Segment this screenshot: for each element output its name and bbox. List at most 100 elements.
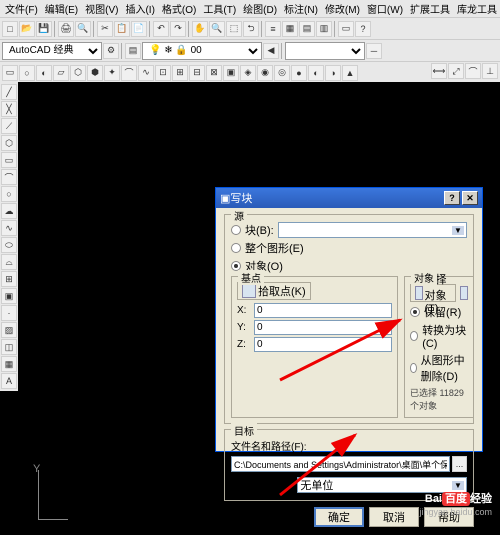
- radio-convert[interactable]: [410, 331, 418, 341]
- tool-icon[interactable]: ▣: [223, 65, 239, 81]
- layer-prev-icon[interactable]: ◀: [263, 43, 279, 59]
- dialog-close-button[interactable]: ✕: [462, 191, 478, 205]
- dialog-help-button[interactable]: ?: [444, 191, 460, 205]
- paste-icon[interactable]: 📄: [131, 21, 147, 37]
- print-icon[interactable]: 🖨: [58, 21, 74, 37]
- dialog-titlebar[interactable]: ▣ 写块 ? ✕: [216, 188, 482, 208]
- dim-arc-icon[interactable]: ⌒: [465, 63, 481, 79]
- layer-select[interactable]: 💡 ❄ 🔒 00: [142, 42, 262, 60]
- zoom-win-icon[interactable]: ⬚: [226, 21, 242, 37]
- menu-klong[interactable]: 库龙工具: [454, 0, 500, 17]
- menu-dim[interactable]: 标注(N): [281, 0, 321, 17]
- dc-icon[interactable]: ▦: [282, 21, 298, 37]
- insert-icon[interactable]: ⊞: [1, 271, 17, 287]
- radio-block[interactable]: [231, 225, 241, 235]
- x-input[interactable]: [254, 303, 392, 318]
- pline-icon[interactable]: ⟋: [1, 118, 17, 134]
- tool-icon[interactable]: ◐: [308, 65, 324, 81]
- zoom-prev-icon[interactable]: ⮌: [243, 21, 259, 37]
- revcloud-icon[interactable]: ☁: [1, 203, 17, 219]
- block-combo[interactable]: ▼: [278, 222, 467, 238]
- layer-mgr-icon[interactable]: ▤: [125, 43, 141, 59]
- props-icon[interactable]: ≡: [265, 21, 281, 37]
- dim-ord-icon[interactable]: ⊥: [482, 63, 498, 79]
- menu-insert[interactable]: 插入(I): [122, 0, 157, 17]
- menu-window[interactable]: 窗口(W): [364, 0, 406, 17]
- cut-icon[interactable]: ✂: [97, 21, 113, 37]
- tool-icon[interactable]: ✦: [104, 65, 120, 81]
- menu-format[interactable]: 格式(O): [159, 0, 199, 17]
- tool-icon[interactable]: ⊟: [189, 65, 205, 81]
- tool-icon[interactable]: ◉: [257, 65, 273, 81]
- menu-file[interactable]: 文件(F): [2, 0, 41, 17]
- tool-icon[interactable]: ⊞: [172, 65, 188, 81]
- workspace-select[interactable]: AutoCAD 经典: [2, 42, 102, 60]
- polygon-icon[interactable]: ⬡: [1, 135, 17, 151]
- menu-modify[interactable]: 修改(M): [322, 0, 363, 17]
- menu-view[interactable]: 视图(V): [82, 0, 121, 17]
- tool-icon[interactable]: ⊠: [206, 65, 222, 81]
- linetype-icon[interactable]: ─: [366, 43, 382, 59]
- tool-icon[interactable]: ○: [19, 65, 35, 81]
- arc-icon[interactable]: ⌒: [1, 169, 17, 185]
- y-input[interactable]: [254, 320, 392, 335]
- tool-icon[interactable]: ▲: [342, 65, 358, 81]
- preview-icon[interactable]: 🔍: [75, 21, 91, 37]
- tp-icon[interactable]: ▤: [299, 21, 315, 37]
- circle-icon[interactable]: ○: [1, 186, 17, 202]
- point-icon[interactable]: ·: [1, 305, 17, 321]
- xline-icon[interactable]: ╳: [1, 101, 17, 117]
- hatch-icon[interactable]: ▨: [1, 322, 17, 338]
- tool-icon[interactable]: ⌒: [121, 65, 137, 81]
- browse-button[interactable]: ...: [452, 456, 467, 472]
- zoom-icon[interactable]: 🔍: [209, 21, 225, 37]
- rect-icon[interactable]: ▭: [1, 152, 17, 168]
- radio-keep[interactable]: [410, 307, 420, 317]
- tool-icon[interactable]: ∿: [138, 65, 154, 81]
- ellipse-icon[interactable]: ⬭: [1, 237, 17, 253]
- color-select[interactable]: [285, 42, 365, 60]
- dim-aligned-icon[interactable]: ⤢: [448, 63, 464, 79]
- path-input[interactable]: [231, 456, 450, 472]
- spline-icon[interactable]: ∿: [1, 220, 17, 236]
- undo-icon[interactable]: ↶: [153, 21, 169, 37]
- new-icon[interactable]: □: [2, 21, 18, 37]
- line-icon[interactable]: ╱: [1, 84, 17, 100]
- help-icon[interactable]: ?: [355, 21, 371, 37]
- menu-ext[interactable]: 扩展工具: [407, 0, 453, 17]
- ellarc-icon[interactable]: ⌓: [1, 254, 17, 270]
- radio-delete[interactable]: [410, 363, 417, 373]
- tool-icon[interactable]: ⬢: [87, 65, 103, 81]
- tool-icon[interactable]: ▭: [2, 65, 18, 81]
- menu-draw[interactable]: 绘图(D): [240, 0, 280, 17]
- pan-icon[interactable]: ✋: [192, 21, 208, 37]
- ssm-icon[interactable]: ▥: [316, 21, 332, 37]
- save-icon[interactable]: 💾: [36, 21, 52, 37]
- tool-icon[interactable]: ◎: [274, 65, 290, 81]
- tool-icon[interactable]: ◐: [36, 65, 52, 81]
- z-input[interactable]: [254, 337, 392, 352]
- ws-settings-icon[interactable]: ⚙: [103, 43, 119, 59]
- tool-icon[interactable]: ◑: [325, 65, 341, 81]
- tool-icon[interactable]: ⬡: [70, 65, 86, 81]
- cancel-button[interactable]: 取消: [369, 507, 419, 527]
- open-icon[interactable]: 📂: [19, 21, 35, 37]
- copy-icon[interactable]: 📋: [114, 21, 130, 37]
- radio-whole[interactable]: [231, 243, 241, 253]
- ok-button[interactable]: 确定: [314, 507, 364, 527]
- block-icon[interactable]: ▣: [1, 288, 17, 304]
- tool-icon[interactable]: ⊡: [155, 65, 171, 81]
- table-icon[interactable]: ▦: [1, 356, 17, 372]
- qselect-icon[interactable]: [460, 286, 468, 300]
- calc-icon[interactable]: ▭: [338, 21, 354, 37]
- tool-icon[interactable]: ●: [291, 65, 307, 81]
- menu-tools[interactable]: 工具(T): [200, 0, 239, 17]
- tool-icon[interactable]: ◈: [240, 65, 256, 81]
- redo-icon[interactable]: ↷: [170, 21, 186, 37]
- select-objects-button[interactable]: 选择对象(T): [410, 284, 456, 302]
- tool-icon[interactable]: ▱: [53, 65, 69, 81]
- dim-linear-icon[interactable]: ⟷: [431, 63, 447, 79]
- menu-edit[interactable]: 编辑(E): [42, 0, 81, 17]
- region-icon[interactable]: ◫: [1, 339, 17, 355]
- mtext-icon[interactable]: A: [1, 373, 17, 389]
